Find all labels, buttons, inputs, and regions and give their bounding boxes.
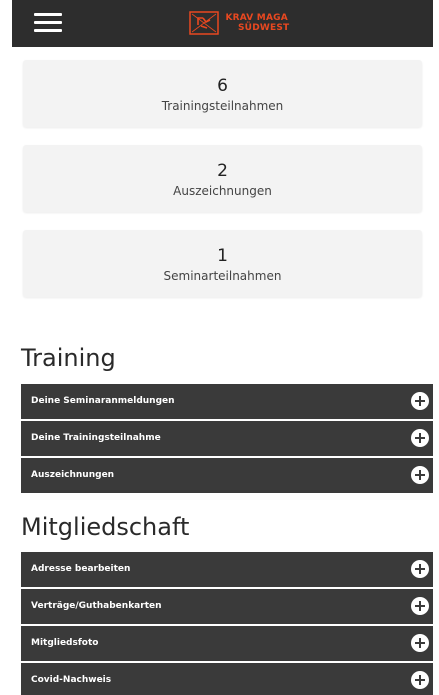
hamburger-line (34, 21, 62, 24)
accordion-label: Adresse bearbeiten (31, 564, 131, 574)
accordion-label: Mitgliedsfoto (31, 638, 99, 648)
brand-logo[interactable]: KRAV MAGA SÜDWEST (189, 9, 289, 37)
stat-label: Trainingsteilnahmen (161, 99, 284, 113)
accordion-contracts-credit-cards[interactable]: Verträge/Guthabenkarten (21, 589, 433, 624)
stat-label: Auszeichnungen (173, 184, 272, 198)
stat-label: Seminarteilnahmen (163, 269, 282, 283)
plus-circle-icon[interactable] (411, 392, 429, 410)
krav-maga-logo-icon (189, 11, 219, 35)
section-title-membership: Mitgliedschaft (21, 513, 190, 541)
logo-line-1: KRAV MAGA (225, 13, 288, 23)
accordion-covid-proof[interactable]: Covid-Nachweis (21, 663, 433, 695)
accordion-label: Verträge/Guthabenkarten (31, 601, 162, 611)
plus-circle-icon[interactable] (411, 597, 429, 615)
membership-accordion: Adresse bearbeiten Verträge/Guthabenkart… (21, 552, 433, 695)
accordion-training-participation[interactable]: Deine Trainingsteilnahme (21, 421, 433, 456)
hamburger-line (34, 29, 62, 32)
accordion-label: Auszeichnungen (31, 470, 115, 480)
logo-line-2: SÜDWEST (238, 23, 290, 33)
hamburger-line (34, 13, 62, 16)
plus-circle-icon[interactable] (411, 671, 429, 689)
stats-panel: 6 Trainingsteilnahmen 2 Auszeichnungen 1… (23, 60, 422, 315)
training-accordion: Deine Seminaranmeldungen Deine Trainings… (21, 384, 433, 495)
plus-circle-icon[interactable] (411, 466, 429, 484)
stat-card-awards: 2 Auszeichnungen (23, 145, 422, 212)
section-title-training: Training (21, 344, 116, 372)
hamburger-menu-icon[interactable] (34, 13, 62, 33)
accordion-seminar-registrations[interactable]: Deine Seminaranmeldungen (21, 384, 433, 419)
plus-circle-icon[interactable] (411, 634, 429, 652)
app-frame: KRAV MAGA SÜDWEST 6 Trainingsteilnahmen … (12, 0, 433, 695)
accordion-label: Deine Seminaranmeldungen (31, 396, 175, 406)
accordion-member-photo[interactable]: Mitgliedsfoto (21, 626, 433, 661)
stat-value: 2 (217, 161, 228, 181)
logo-text: KRAV MAGA SÜDWEST (224, 13, 289, 33)
accordion-label: Covid-Nachweis (31, 675, 112, 685)
stat-card-trainings: 6 Trainingsteilnahmen (23, 60, 422, 127)
accordion-label: Deine Trainingsteilnahme (31, 433, 161, 443)
top-navigation-bar: KRAV MAGA SÜDWEST (12, 0, 433, 47)
stat-value: 6 (217, 76, 228, 96)
plus-circle-icon[interactable] (411, 429, 429, 447)
stat-card-seminars: 1 Seminarteilnahmen (23, 230, 422, 297)
accordion-edit-address[interactable]: Adresse bearbeiten (21, 552, 433, 587)
stat-value: 1 (217, 246, 228, 266)
accordion-awards[interactable]: Auszeichnungen (21, 458, 433, 493)
plus-circle-icon[interactable] (411, 560, 429, 578)
